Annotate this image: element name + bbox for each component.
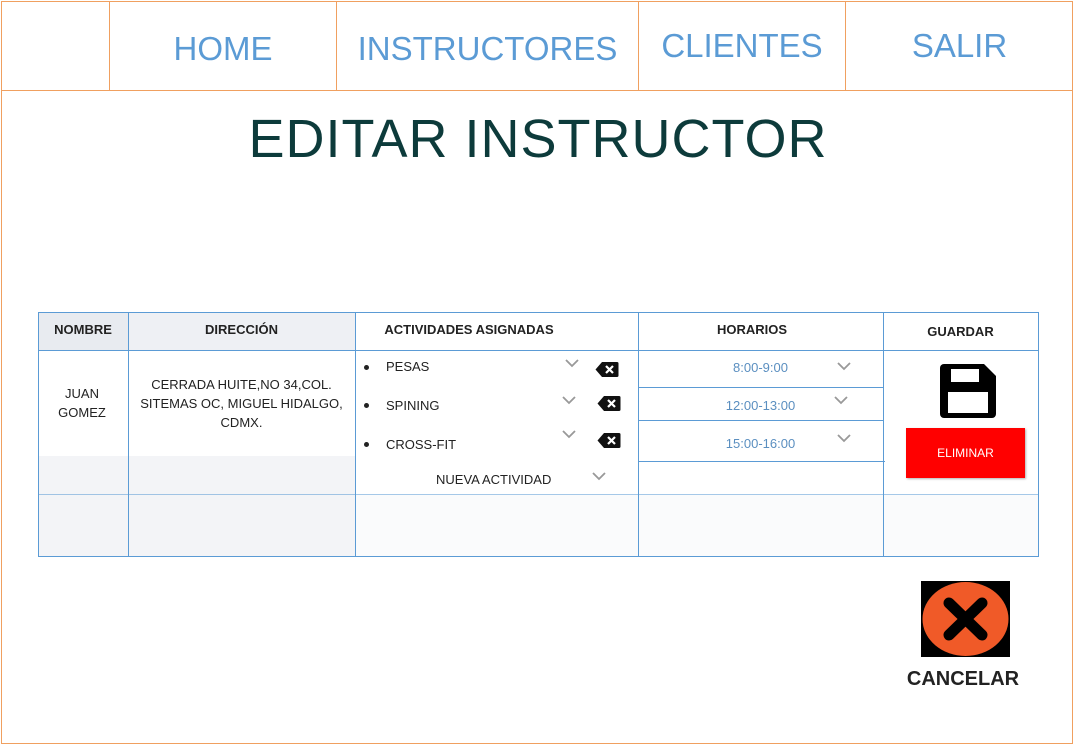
nav-home-label: HOME — [173, 29, 273, 67]
table-empty-row-bg — [355, 495, 1038, 556]
nombre-line2: GOMEZ — [58, 405, 106, 420]
chevron-down-icon[interactable] — [564, 358, 580, 368]
nav-clientes-label: CLIENTES — [661, 26, 823, 64]
nav-instructores[interactable]: INSTRUCTORES — [336, 1, 638, 90]
activity-name: CROSS-FIT — [386, 437, 457, 452]
table-empty-bg — [38, 456, 355, 556]
chevron-down-icon[interactable] — [836, 361, 852, 371]
save-icon[interactable] — [938, 362, 998, 420]
top-nav: HOME INSTRUCTORES CLIENTES SALIR — [1, 1, 1073, 91]
header-actividades: ACTIVIDADES ASIGNADAS — [384, 322, 554, 337]
chevron-down-icon[interactable] — [561, 395, 577, 405]
direccion-line3: CDMX. — [220, 415, 263, 430]
grid-left — [38, 312, 39, 557]
chevron-down-icon[interactable] — [833, 395, 849, 405]
grid-bottom — [38, 556, 1039, 557]
header-direccion: DIRECCIÓN — [205, 322, 278, 337]
header-guardar: GUARDAR — [927, 324, 994, 339]
activity-name: SPINING — [386, 398, 440, 413]
chevron-down-icon[interactable] — [561, 429, 577, 439]
grid-header-bottom — [38, 350, 1038, 351]
grid-col1 — [128, 312, 129, 557]
grid-col2 — [355, 312, 356, 557]
delete-button[interactable]: ELIMINAR — [906, 428, 1025, 478]
grid-horario-3 — [638, 461, 885, 462]
close-icon[interactable] — [921, 581, 1010, 657]
grid-right — [1038, 312, 1039, 557]
backspace-icon[interactable] — [597, 432, 621, 449]
header-nombre: NOMBRE — [54, 322, 112, 337]
grid-top — [38, 312, 1038, 313]
nav-clientes[interactable]: CLIENTES — [638, 1, 845, 90]
direccion-line2: SITEMAS OC, MIGUEL HIDALGO, — [140, 396, 343, 411]
bullet-icon — [364, 403, 369, 408]
header-horarios: HORARIOS — [716, 322, 788, 337]
new-activity-label: NUEVA ACTIVIDAD — [436, 472, 552, 487]
grid-col4 — [883, 312, 884, 557]
chevron-down-icon[interactable] — [591, 471, 607, 481]
nav-instructores-label: INSTRUCTORES — [357, 29, 618, 67]
page-title: EDITAR INSTRUCTOR — [248, 109, 828, 169]
grid-row-bottom — [38, 494, 1038, 495]
activity-name: PESAS — [386, 359, 430, 374]
grid-col3 — [638, 312, 639, 557]
chevron-down-icon[interactable] — [836, 433, 852, 443]
backspace-icon[interactable] — [597, 395, 621, 412]
bullet-icon — [364, 365, 369, 370]
grid-horario-1 — [638, 387, 883, 388]
grid-horario-2 — [638, 420, 883, 421]
nav-salir-label: SALIR — [911, 26, 1008, 64]
nombre-line1: JUAN — [65, 386, 99, 401]
nav-home[interactable]: HOME — [109, 1, 336, 90]
backspace-icon[interactable] — [595, 361, 619, 378]
direccion-line1: CERRADA HUITE,NO 34,COL. — [151, 377, 332, 392]
cancel-button[interactable]: CANCELAR — [900, 668, 1026, 691]
bullet-icon — [364, 442, 369, 447]
nav-salir[interactable]: SALIR — [845, 1, 1073, 90]
